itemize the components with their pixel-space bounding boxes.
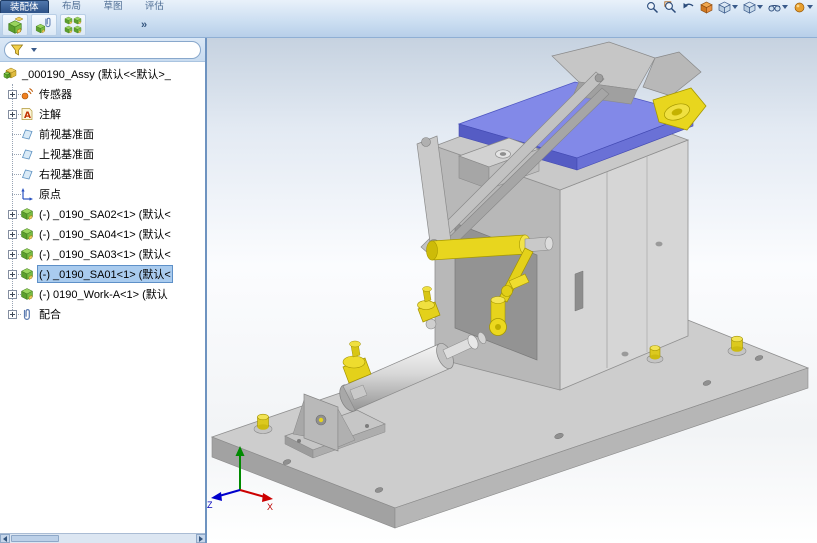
tree-item-label: (-) 0190_Work-A<1> (默认 (39, 289, 168, 301)
tree-item-annotations[interactable]: 注解 (0, 104, 205, 124)
zoom-to-fit-icon[interactable] (646, 1, 659, 13)
tree-item-label: 传感器 (39, 89, 72, 101)
tree-item-work-a[interactable]: (-) 0190_Work-A<1> (默认 (0, 284, 205, 304)
component-assembly-icon (20, 247, 34, 261)
3d-model-scene[interactable]: Z X (207, 38, 817, 543)
tree-item-label: 注解 (39, 109, 61, 121)
expand-icon[interactable] (8, 309, 17, 319)
tree-item-label: (-) _0190_SA02<1> (默认< (39, 209, 171, 221)
tree-item-label-selected: (-) _0190_SA01<1> (默认< (37, 265, 173, 283)
assembly-icon (3, 67, 17, 81)
tree-root-label: _000190_Assy (默认<<默认>_ (22, 69, 171, 81)
component-assembly-icon (20, 287, 34, 301)
zoom-area-icon[interactable] (664, 0, 677, 13)
tree-item-origin[interactable]: 原点 (0, 184, 205, 204)
dropdown-caret-icon (807, 5, 813, 9)
horizontal-scrollbar[interactable] (0, 533, 206, 543)
top-toolbar: 装配体 布局 草图 评估 » (0, 0, 817, 38)
tree-item-label: (-) _0190_SA03<1> (默认< (39, 249, 171, 261)
dropdown-caret-icon (782, 5, 788, 9)
previous-view-icon[interactable] (682, 1, 695, 13)
expand-icon[interactable] (8, 229, 17, 239)
tree-item-top-plane[interactable]: 上视基准面 (0, 144, 205, 164)
tab-sketch[interactable]: 草图 (94, 0, 131, 13)
tower-slot (574, 270, 584, 312)
commandmanager-tabs: 装配体 布局 草图 评估 (0, 0, 817, 13)
triad-z-label: Z (207, 500, 213, 510)
tree-item-mates[interactable]: 配合 (0, 304, 205, 324)
small-cube-icon (14, 16, 24, 22)
tree-item-label: 配合 (39, 309, 61, 321)
insert-components-button[interactable] (2, 14, 28, 36)
bracket-pin-yellow (318, 417, 324, 423)
triad-z-arrow (211, 492, 222, 501)
plane-icon (20, 127, 34, 141)
tree-item-sa01[interactable]: (-) _0190_SA01<1> (默认< (0, 264, 205, 284)
tree-item-sa03[interactable]: (-) _0190_SA03<1> (默认< (0, 244, 205, 264)
assembly-toolbar: » (0, 13, 817, 37)
featuremanager-panel: _000190_Assy (默认<<默认>_ 传感器 注解 前视基准面 上视基准… (0, 38, 205, 533)
hide-show-items-icon[interactable] (768, 1, 788, 13)
expand-icon[interactable] (8, 269, 17, 279)
component-assembly-icon (20, 267, 34, 281)
tree-item-front-plane[interactable]: 前视基准面 (0, 124, 205, 144)
tree-item-sa04[interactable]: (-) _0190_SA04<1> (默认< (0, 224, 205, 244)
tree-item-sensors[interactable]: 传感器 (0, 84, 205, 104)
expand-icon[interactable] (8, 209, 17, 219)
tab-evaluate[interactable]: 评估 (136, 0, 173, 13)
component-assembly-icon (20, 207, 34, 221)
edit-appearance-icon[interactable] (793, 1, 813, 13)
tree-item-right-plane[interactable]: 右视基准面 (0, 164, 205, 184)
view-orientation-icon[interactable] (718, 1, 738, 13)
dropdown-caret-icon (732, 5, 738, 9)
tree-item-label: 原点 (39, 189, 61, 201)
feature-tree: _000190_Assy (默认<<默认>_ 传感器 注解 前视基准面 上视基准… (0, 62, 205, 324)
annotations-icon (20, 107, 34, 121)
expand-icon[interactable] (8, 89, 17, 99)
expand-icon[interactable] (8, 109, 17, 119)
filter-dropdown-caret[interactable] (31, 48, 37, 52)
component-assembly-icon (20, 227, 34, 241)
scroll-left-button[interactable] (0, 534, 10, 543)
mate-button[interactable] (31, 14, 57, 36)
triad-x-label: X (267, 502, 273, 512)
filter-row (0, 38, 205, 62)
dropdown-caret-icon (757, 5, 763, 9)
triad-x-arrow (262, 493, 273, 502)
selection-filter-box[interactable] (4, 41, 201, 59)
graphics-area[interactable]: Z X (207, 38, 817, 543)
plane-icon (20, 167, 34, 181)
tree-item-label: 前视基准面 (39, 129, 94, 141)
filter-funnel-icon (10, 43, 24, 57)
tree-root-assembly[interactable]: _000190_Assy (默认<<默认>_ (0, 64, 205, 84)
rod-knuckle-joint[interactable] (489, 318, 507, 336)
tree-item-label: (-) _0190_SA04<1> (默认< (39, 229, 171, 241)
mates-paperclip-icon (20, 307, 34, 321)
tree-item-label: 上视基准面 (39, 149, 94, 161)
display-style-icon[interactable] (743, 1, 763, 13)
tree-item-sa02[interactable]: (-) _0190_SA02<1> (默认< (0, 204, 205, 224)
section-view-icon[interactable] (700, 1, 713, 13)
expand-icon[interactable] (8, 249, 17, 259)
tree-item-label: 右视基准面 (39, 169, 94, 181)
plane-icon (20, 147, 34, 161)
linear-component-pattern-button[interactable] (60, 14, 86, 36)
origin-icon (20, 187, 34, 201)
scrollbar-thumb[interactable] (11, 535, 59, 542)
sensors-icon (20, 87, 34, 101)
expand-icon[interactable] (8, 289, 17, 299)
heads-up-view-toolbar (646, 0, 813, 13)
toolbar-overflow-chevron[interactable]: » (141, 19, 147, 31)
tab-layout[interactable]: 布局 (53, 0, 90, 13)
tab-assembly[interactable]: 装配体 (0, 0, 49, 13)
